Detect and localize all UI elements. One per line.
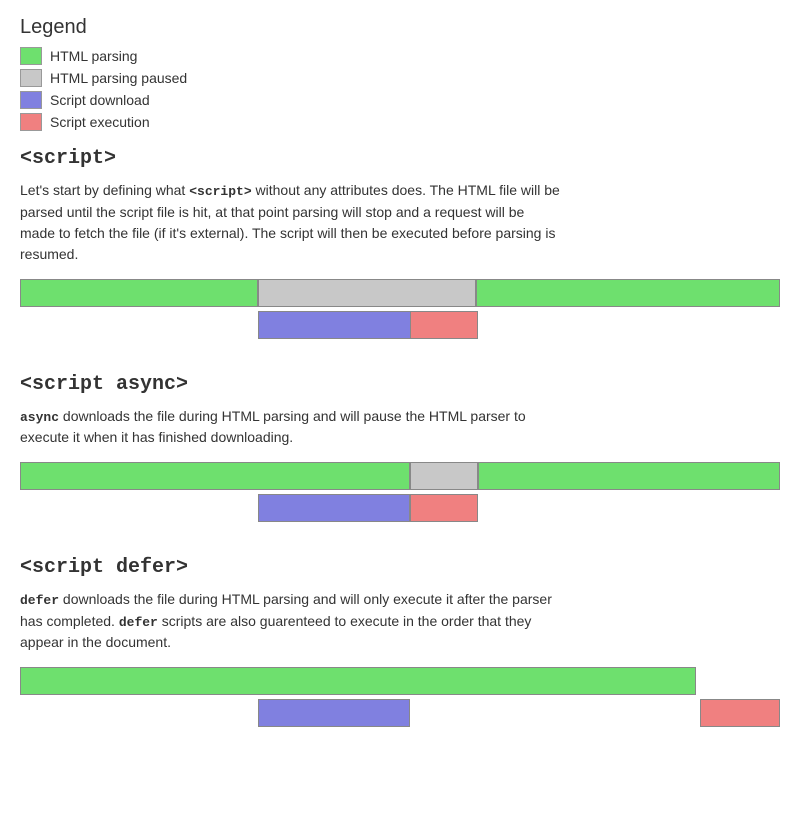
legend-color-script-download bbox=[20, 91, 42, 109]
legend-label-html-parsing-paused: HTML parsing paused bbox=[50, 70, 187, 86]
legend-color-html-parsing-paused bbox=[20, 69, 42, 87]
legend-label-script-execution: Script execution bbox=[50, 114, 150, 130]
bar-html-parse-2a bbox=[20, 462, 410, 490]
diagram-defer bbox=[20, 667, 780, 737]
legend-title: Legend bbox=[20, 16, 781, 39]
bar-html-parse-1b bbox=[476, 279, 780, 307]
bar-script-download-2 bbox=[258, 494, 410, 522]
legend-label-script-download: Script download bbox=[50, 92, 150, 108]
legend-color-script-execution bbox=[20, 113, 42, 131]
legend-item-html-parsing: HTML parsing bbox=[20, 47, 781, 65]
section-text-defer: defer downloads the file during HTML par… bbox=[20, 589, 560, 653]
legend-item-html-parsing-paused: HTML parsing paused bbox=[20, 69, 781, 87]
section-text-async: async downloads the file during HTML par… bbox=[20, 406, 560, 449]
bar-html-parse-2b bbox=[478, 462, 780, 490]
bar-html-pause-1 bbox=[258, 279, 476, 307]
legend-items: HTML parsing HTML parsing paused Script … bbox=[20, 47, 781, 131]
bar-script-exec-3 bbox=[700, 699, 780, 727]
bar-html-parse-1a bbox=[20, 279, 258, 307]
diagram-async bbox=[20, 462, 780, 532]
section-heading-async: <script async> bbox=[20, 373, 781, 396]
section-heading-defer: <script defer> bbox=[20, 556, 781, 579]
legend-item-script-execution: Script execution bbox=[20, 113, 781, 131]
diagram-script bbox=[20, 279, 780, 349]
legend-color-html-parsing bbox=[20, 47, 42, 65]
section-heading-script: <script> bbox=[20, 147, 781, 170]
bar-script-download-3 bbox=[258, 699, 410, 727]
bar-script-exec-1 bbox=[410, 311, 478, 339]
legend-item-script-download: Script download bbox=[20, 91, 781, 109]
bar-html-pause-2 bbox=[410, 462, 478, 490]
section-text-script: Let's start by defining what <script> wi… bbox=[20, 180, 560, 265]
bar-script-download-1 bbox=[258, 311, 430, 339]
bar-html-parse-3 bbox=[20, 667, 696, 695]
legend-label-html-parsing: HTML parsing bbox=[50, 48, 137, 64]
bar-script-exec-2 bbox=[410, 494, 478, 522]
